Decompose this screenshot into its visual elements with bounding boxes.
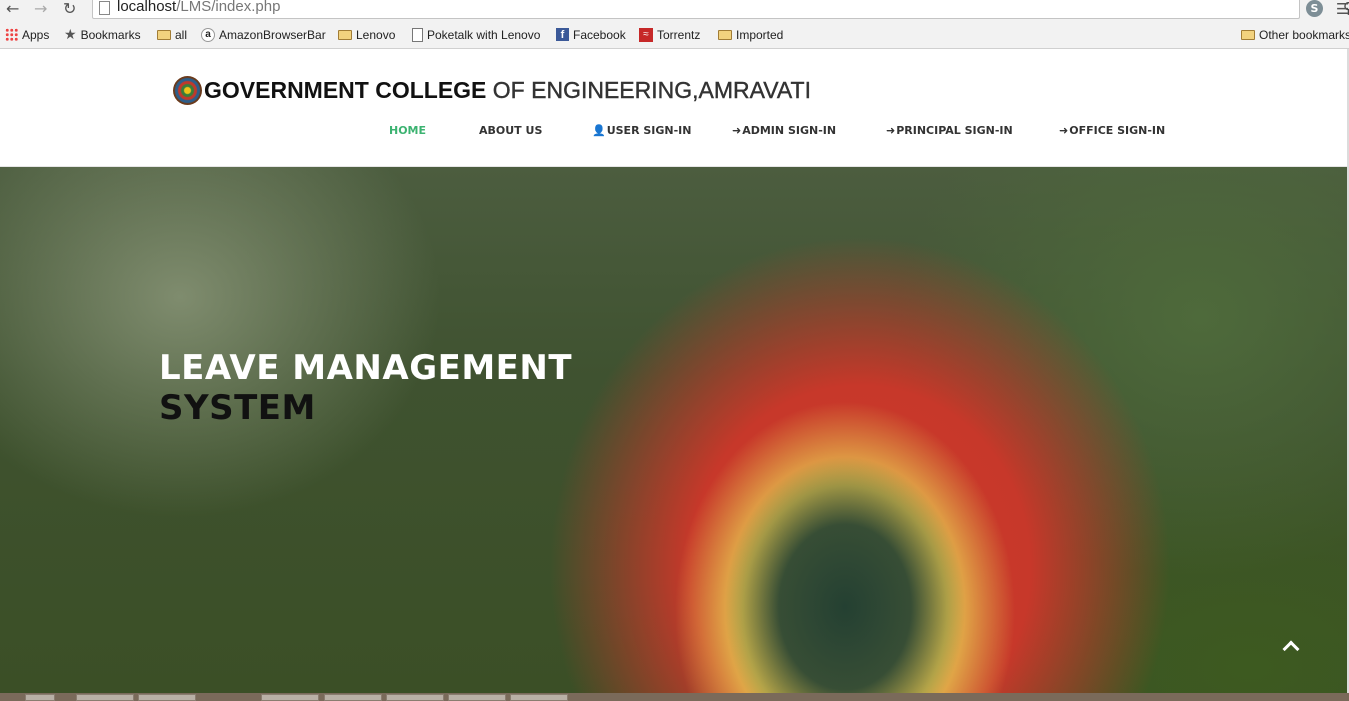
- back-arrow-icon[interactable]: ←: [6, 1, 19, 17]
- bookmark-label: Apps: [22, 28, 50, 42]
- bookmark-amazonbrowserbar[interactable]: a AmazonBrowserBar: [201, 27, 326, 43]
- bookmark-all[interactable]: all: [157, 27, 187, 43]
- bookmark-label: all: [175, 28, 188, 42]
- page-icon: [99, 1, 110, 15]
- menu-icon[interactable]: ☰: [1336, 0, 1349, 18]
- nav-principal-sign-in[interactable]: ➜PRINCIPAL SIGN-IN: [886, 124, 1013, 137]
- nav-about-us[interactable]: ABOUT US: [479, 124, 542, 137]
- torrentz-icon: ≈: [639, 28, 653, 42]
- bookmark-bookmarks[interactable]: ★ Bookmarks: [64, 26, 141, 43]
- bookmark-torrentz[interactable]: ≈ Torrentz: [639, 27, 700, 43]
- nav-home[interactable]: HOME: [389, 124, 426, 137]
- scroll-to-top-chevron-icon[interactable]: [1281, 639, 1303, 653]
- amazon-icon: a: [201, 28, 215, 42]
- taskbar-button[interactable]: [76, 694, 134, 701]
- nav-label: PRINCIPAL SIGN-IN: [896, 124, 1013, 137]
- hero-title: LEAVE MANAGEMENT SYSTEM: [159, 348, 572, 428]
- bookmark-label: Poketalk with Lenovo: [427, 28, 541, 42]
- folder-icon: [1241, 30, 1255, 40]
- taskbar-button[interactable]: [510, 694, 568, 701]
- page-icon: [412, 28, 423, 42]
- url-path: /LMS/index.php: [176, 0, 281, 15]
- star-icon: ★: [64, 26, 77, 42]
- address-bar[interactable]: localhost/LMS/index.php ⚲ ☆: [92, 0, 1349, 19]
- nav-label: OFFICE SIGN-IN: [1069, 124, 1166, 137]
- brand-part1: GOVERNMENT COLLEGE: [204, 77, 487, 103]
- bookmark-label: Bookmarks: [80, 28, 141, 42]
- bookmark-apps[interactable]: Apps: [5, 27, 49, 43]
- bookmark-label: Facebook: [573, 28, 626, 42]
- hero-title-line2: SYSTEM: [159, 388, 316, 428]
- bookmark-label: Lenovo: [356, 28, 396, 42]
- browser-toolbar: ← → ↻ localhost/LMS/index.php ⚲ ☆ S ☰: [0, 0, 1349, 22]
- user-icon: 👤: [592, 124, 606, 137]
- nav-label: USER SIGN-IN: [606, 124, 692, 137]
- nav-office-sign-in[interactable]: ➜OFFICE SIGN-IN: [1059, 124, 1165, 137]
- college-logo-icon[interactable]: [173, 76, 202, 105]
- nav-label: ADMIN SIGN-IN: [742, 124, 837, 137]
- bookmarks-bar: Apps ★ Bookmarks all a AmazonBrowserBar Le…: [0, 22, 1349, 49]
- bookmark-facebook[interactable]: f Facebook: [556, 27, 626, 43]
- sign-in-icon: ➜: [1059, 124, 1069, 137]
- facebook-icon: f: [556, 28, 569, 41]
- folder-icon: [718, 30, 732, 40]
- site-header: GOVERNMENT COLLEGE OF ENGINEERING,AMRAVA…: [0, 49, 1349, 167]
- taskbar-button[interactable]: [324, 694, 382, 701]
- bookmark-label: AmazonBrowserBar: [219, 28, 326, 42]
- hero-banner: LEAVE MANAGEMENT SYSTEM: [0, 167, 1347, 693]
- bookmark-label: Imported: [736, 28, 784, 42]
- nav-user-sign-in[interactable]: 👤USER SIGN-IN: [592, 124, 692, 137]
- folder-icon: [157, 30, 171, 40]
- os-taskbar: [0, 693, 1349, 701]
- taskbar-button[interactable]: [138, 694, 196, 701]
- apps-icon: [5, 28, 18, 41]
- bookmark-lenovo[interactable]: Lenovo: [338, 27, 395, 43]
- skype-icon[interactable]: S: [1306, 0, 1323, 17]
- taskbar-button[interactable]: [448, 694, 506, 701]
- taskbar-button[interactable]: [261, 694, 319, 701]
- url-host: localhost: [117, 0, 177, 15]
- url-text[interactable]: localhost/LMS/index.php: [117, 0, 280, 15]
- bookmark-poketalk[interactable]: Poketalk with Lenovo: [412, 27, 540, 43]
- reload-icon[interactable]: ↻: [63, 1, 76, 17]
- taskbar-button[interactable]: [25, 694, 55, 701]
- taskbar-button[interactable]: [386, 694, 444, 701]
- hero-title-line1: LEAVE MANAGEMENT: [159, 348, 573, 388]
- other-bookmarks-label: Other bookmarks: [1259, 28, 1349, 42]
- forward-arrow-icon[interactable]: →: [34, 1, 47, 17]
- brand-part2: OF ENGINEERING,AMRAVATI: [486, 77, 812, 103]
- other-bookmarks[interactable]: Other bookmarks: [1241, 27, 1349, 43]
- nav-admin-sign-in[interactable]: ➜ADMIN SIGN-IN: [732, 124, 836, 137]
- sign-in-icon: ➜: [732, 124, 742, 137]
- bookmark-imported[interactable]: Imported: [718, 27, 783, 43]
- site-brand[interactable]: GOVERNMENT COLLEGE OF ENGINEERING,AMRAVA…: [204, 77, 811, 104]
- bookmark-label: Torrentz: [657, 28, 701, 42]
- folder-icon: [338, 30, 352, 40]
- sign-in-icon: ➜: [886, 124, 896, 137]
